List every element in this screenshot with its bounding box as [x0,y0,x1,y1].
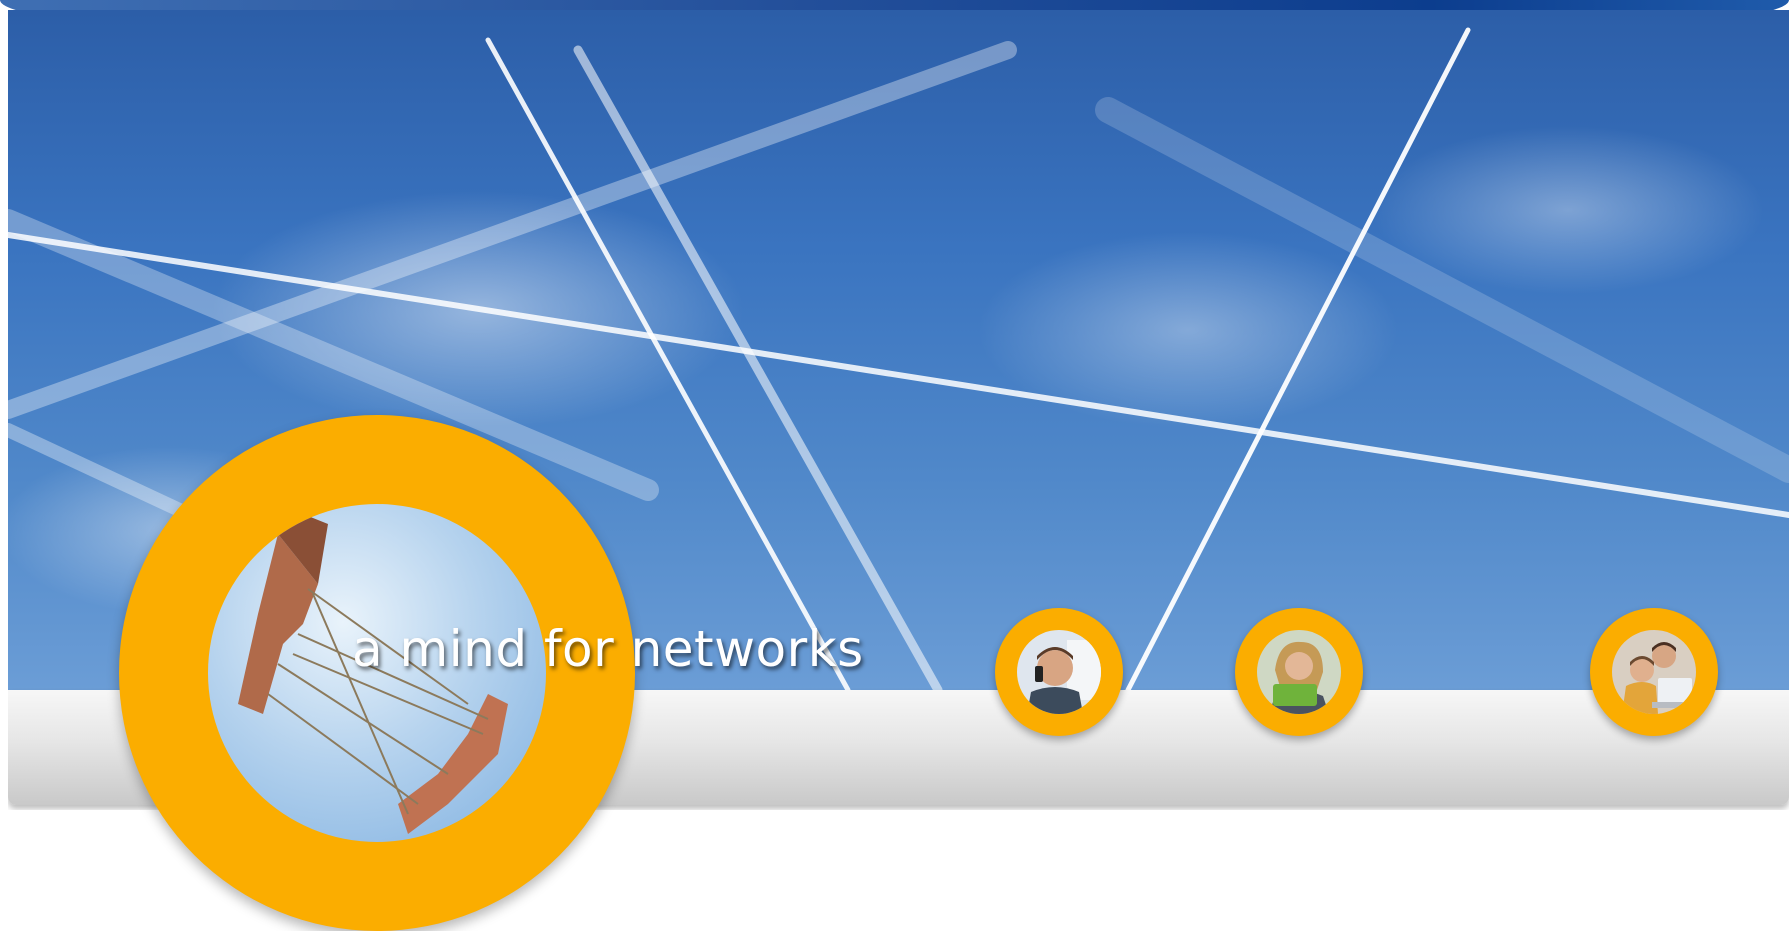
person-ring-2[interactable] [1235,608,1363,736]
woman-with-tablet-photo [1257,630,1341,714]
tagline-text: a mind for networks [352,620,864,678]
woman-with-tablet-icon [1257,630,1341,714]
family-with-laptop-icon [1612,630,1696,714]
person-ring-1[interactable] [995,608,1123,736]
man-on-phone-icon [1017,630,1101,714]
person-ring-3[interactable] [1590,608,1718,736]
man-on-phone-photo [1017,630,1101,714]
family-with-laptop-photo [1612,630,1696,714]
